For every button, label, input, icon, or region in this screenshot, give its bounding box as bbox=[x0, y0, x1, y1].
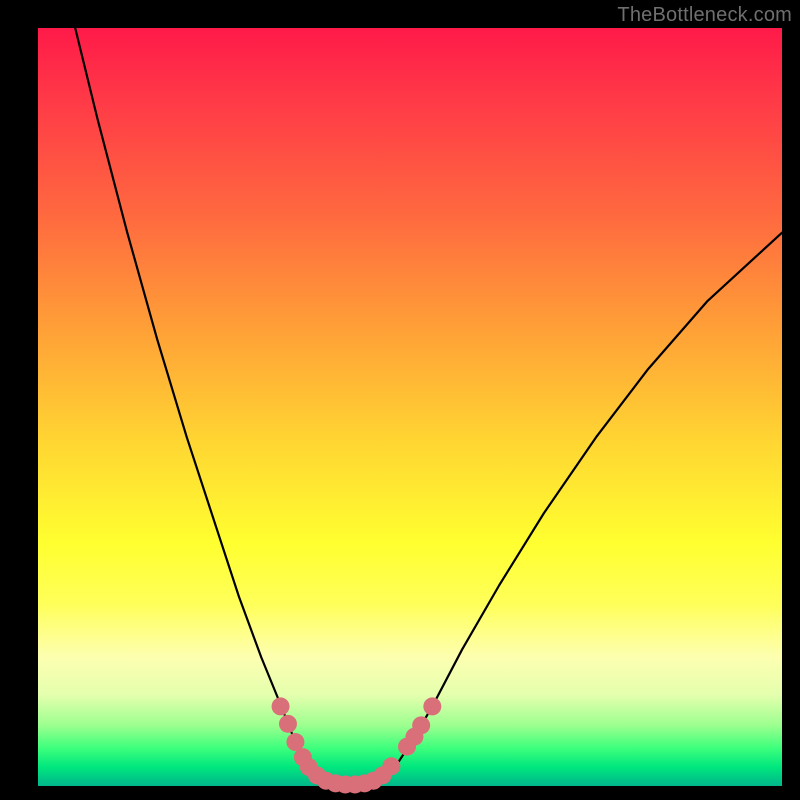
highlight-dot bbox=[382, 757, 400, 775]
chart-svg-layer bbox=[0, 0, 800, 800]
highlight-dot bbox=[423, 697, 441, 715]
chart-frame: TheBottleneck.com bbox=[0, 0, 800, 800]
highlight-dot bbox=[412, 716, 430, 734]
bottleneck-curve bbox=[75, 28, 782, 784]
watermark-text: TheBottleneck.com bbox=[617, 4, 792, 27]
highlight-dot bbox=[279, 715, 297, 733]
highlight-dot bbox=[272, 697, 290, 715]
